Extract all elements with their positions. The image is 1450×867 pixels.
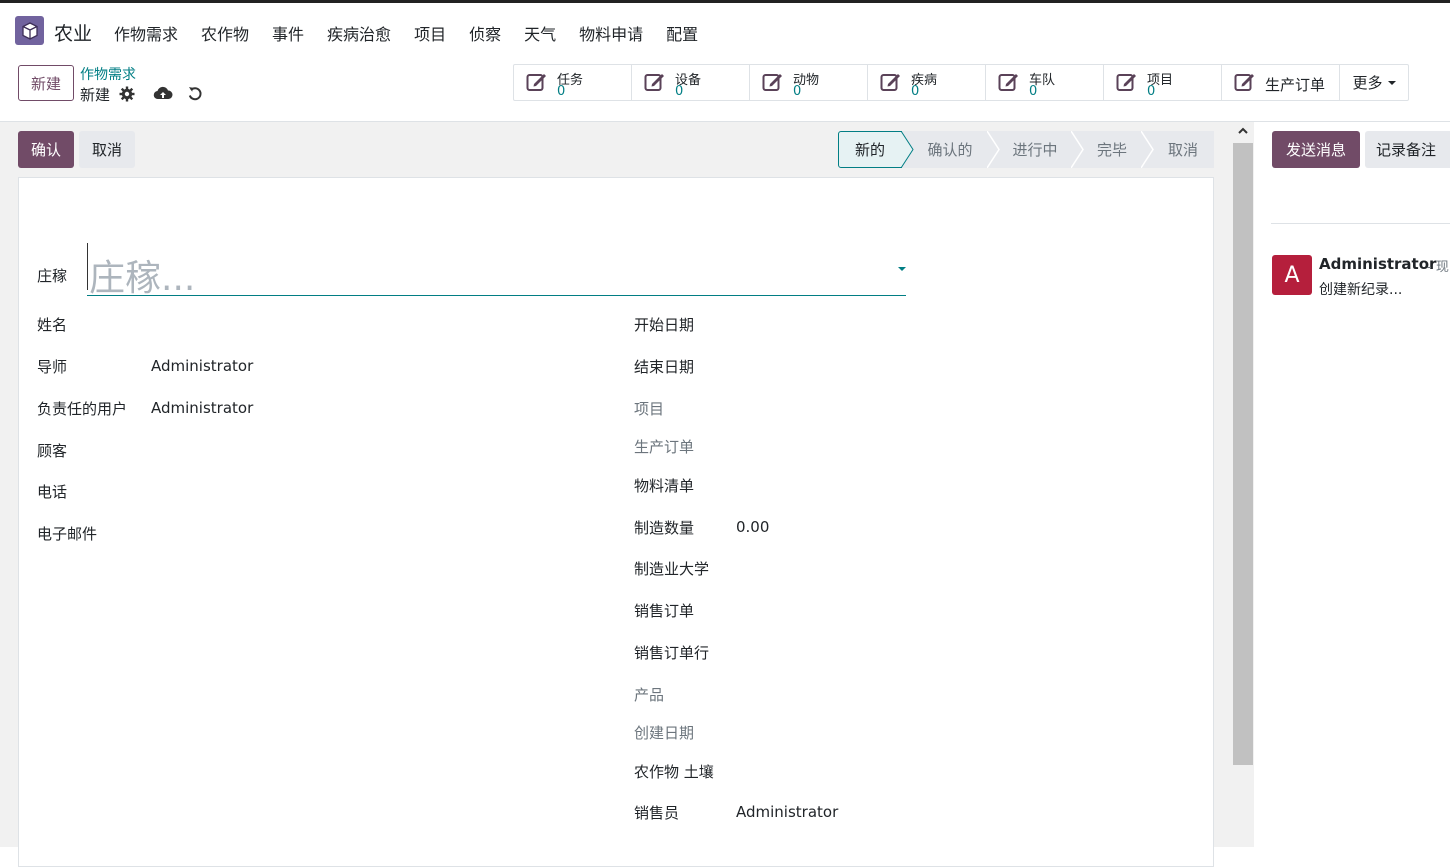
field-label-salesperson: 销售员 bbox=[634, 804, 680, 822]
smart-button-count: 0 bbox=[1147, 84, 1156, 99]
smart-buttons-bar: 任务 0 设备 0 动物 0 疾病 0 车队 0 项目 0 生产订单 更多 bbox=[513, 64, 1409, 101]
message-body: 创建新纪录... bbox=[1319, 282, 1403, 298]
field-responsible-user[interactable]: Administrator bbox=[151, 399, 253, 417]
field-label-project: 项目 bbox=[634, 400, 665, 418]
stage-arrow-icon bbox=[987, 131, 1000, 168]
smart-button-count: 0 bbox=[557, 84, 566, 99]
smart-button-production-orders[interactable]: 生产订单 bbox=[1222, 65, 1340, 100]
field-label-crop-soil: 农作物 土壤 bbox=[634, 763, 714, 781]
field-label-production-order: 生产订单 bbox=[634, 438, 695, 456]
smart-button-count: 0 bbox=[1029, 84, 1038, 99]
cloud-upload-icon[interactable] bbox=[153, 85, 173, 103]
stage-arrow-icon bbox=[1071, 131, 1084, 168]
field-label-bom: 物料清单 bbox=[634, 477, 695, 495]
discard-undo-icon[interactable] bbox=[186, 85, 204, 103]
control-panel: 新建 作物需求 新建 任务 0 设备 0 动物 0 疾病 0 车队 0 项目 0… bbox=[0, 57, 1450, 122]
field-label-name: 姓名 bbox=[37, 316, 68, 334]
form-content-area: 确认 取消 新的 确认的 进行中 完毕 取消 庄稼 庄稼... 姓名 导师 Ad… bbox=[0, 122, 1232, 867]
stage-arrow-icon bbox=[901, 131, 914, 168]
edit-icon bbox=[1116, 74, 1136, 91]
crop-placeholder: 庄稼... bbox=[89, 258, 196, 299]
text-cursor bbox=[87, 243, 88, 290]
smart-button-diseases[interactable]: 疾病 0 bbox=[868, 65, 986, 100]
menu-item-crops[interactable]: 农作物 bbox=[201, 21, 249, 45]
field-mentor[interactable]: Administrator bbox=[151, 357, 253, 375]
message-author[interactable]: Administrator bbox=[1319, 255, 1436, 273]
breadcrumb-current: 新建 bbox=[80, 86, 111, 104]
menu-item-disease-cure[interactable]: 疾病治愈 bbox=[327, 21, 391, 45]
chatter-divider bbox=[1271, 223, 1450, 224]
field-label-email: 电子邮件 bbox=[37, 525, 98, 543]
field-label-customer: 顾客 bbox=[37, 442, 68, 460]
log-note-button[interactable]: 记录备注 bbox=[1365, 131, 1450, 168]
confirm-button[interactable]: 确认 bbox=[18, 131, 74, 168]
form-sheet: 庄稼 庄稼... 姓名 导师 Administrator 负责任的用户 Admi… bbox=[18, 177, 1214, 867]
chatter-panel bbox=[1254, 122, 1450, 847]
smart-button-tasks[interactable]: 任务 0 bbox=[514, 65, 632, 100]
edit-icon bbox=[1234, 74, 1254, 91]
field-label-mentor: 导师 bbox=[37, 358, 68, 376]
crop-input[interactable]: 庄稼... bbox=[87, 243, 906, 299]
edit-icon bbox=[762, 74, 782, 91]
more-label: 更多 bbox=[1352, 74, 1383, 92]
smart-button-projects[interactable]: 项目 0 bbox=[1104, 65, 1222, 100]
field-label-sale-order: 销售订单 bbox=[634, 602, 695, 620]
breadcrumb-parent-link[interactable]: 作物需求 bbox=[80, 64, 136, 84]
field-label-start-date: 开始日期 bbox=[634, 316, 695, 334]
menu-item-projects[interactable]: 项目 bbox=[414, 21, 446, 45]
field-label-manufacturing-uom: 制造业大学 bbox=[634, 560, 710, 578]
field-label-create-date: 创建日期 bbox=[634, 724, 695, 742]
smart-button-fleet[interactable]: 车队 0 bbox=[986, 65, 1104, 100]
edit-icon bbox=[526, 74, 546, 91]
message-time: - 现 bbox=[1427, 260, 1449, 275]
smart-button-count: 0 bbox=[793, 84, 802, 99]
top-navbar: 农业 作物需求 农作物 事件 疾病治愈 项目 侦察 天气 物料申请 配置 bbox=[0, 3, 1450, 57]
edit-icon bbox=[644, 74, 664, 91]
smart-button-count: 0 bbox=[911, 84, 920, 99]
caret-down-icon bbox=[1387, 80, 1396, 85]
stage-arrow-icon bbox=[1141, 131, 1154, 168]
menu-item-events[interactable]: 事件 bbox=[272, 21, 304, 45]
smart-button-animals[interactable]: 动物 0 bbox=[750, 65, 868, 100]
gear-icon[interactable] bbox=[118, 85, 136, 103]
smart-button-count: 0 bbox=[675, 84, 684, 99]
field-label-product: 产品 bbox=[634, 686, 665, 704]
dropdown-caret-icon[interactable] bbox=[898, 267, 906, 271]
edit-icon bbox=[880, 74, 900, 91]
scroll-up-arrow-icon[interactable] bbox=[1237, 125, 1249, 137]
crop-label: 庄稼 bbox=[37, 267, 68, 285]
main-menu: 作物需求 农作物 事件 疾病治愈 项目 侦察 天气 物料申请 配置 bbox=[114, 21, 721, 45]
app-cube-icon[interactable] bbox=[15, 16, 44, 45]
smart-button-label: 生产订单 bbox=[1265, 76, 1326, 94]
field-label-sale-order-line: 销售订单行 bbox=[634, 644, 710, 662]
status-bar: 新的 确认的 进行中 完毕 取消 bbox=[838, 131, 1214, 168]
menu-item-scouting[interactable]: 侦察 bbox=[469, 21, 501, 45]
edit-icon bbox=[998, 74, 1018, 91]
new-button[interactable]: 新建 bbox=[18, 65, 74, 101]
field-label-manufacture-qty: 制造数量 bbox=[634, 519, 695, 537]
avatar[interactable]: A bbox=[1272, 255, 1312, 295]
field-label-end-date: 结束日期 bbox=[634, 358, 695, 376]
scrollbar-thumb[interactable] bbox=[1233, 143, 1253, 765]
field-salesperson[interactable]: Administrator bbox=[736, 803, 838, 821]
send-message-button[interactable]: 发送消息 bbox=[1272, 131, 1360, 168]
cancel-button[interactable]: 取消 bbox=[79, 131, 135, 168]
more-dropdown[interactable]: 更多 bbox=[1340, 65, 1408, 100]
menu-item-material-request[interactable]: 物料申请 bbox=[579, 21, 643, 45]
smart-button-equipment[interactable]: 设备 0 bbox=[632, 65, 750, 100]
menu-item-configuration[interactable]: 配置 bbox=[666, 21, 698, 45]
field-label-phone: 电话 bbox=[37, 483, 68, 501]
app-name[interactable]: 农业 bbox=[54, 19, 92, 46]
field-label-responsible-user: 负责任的用户 bbox=[37, 400, 128, 418]
stage-new[interactable]: 新的 bbox=[838, 131, 902, 168]
menu-item-weather[interactable]: 天气 bbox=[524, 21, 556, 45]
menu-item-crop-requirements[interactable]: 作物需求 bbox=[114, 21, 178, 45]
field-manufacture-qty[interactable]: 0.00 bbox=[736, 518, 769, 536]
